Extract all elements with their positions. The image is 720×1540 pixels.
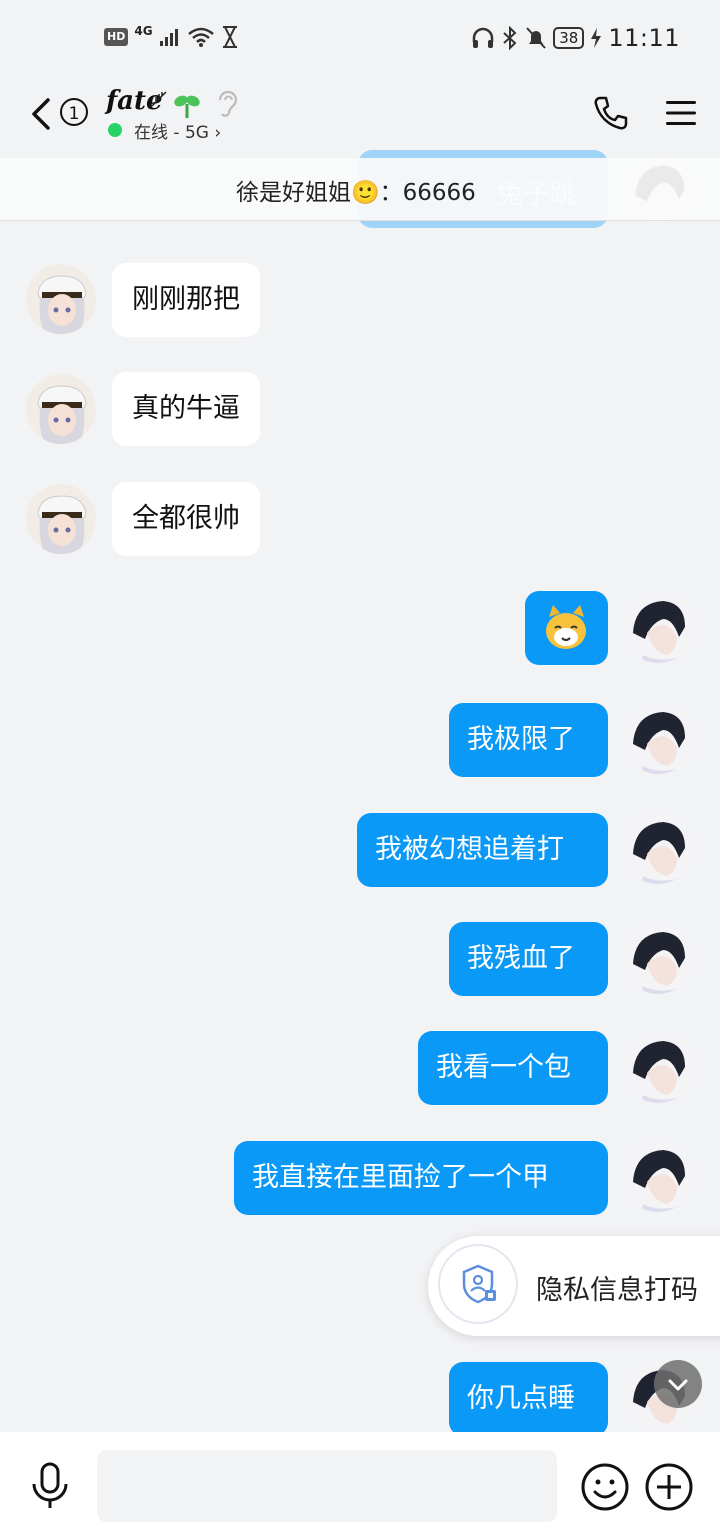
girl-avatar-icon xyxy=(26,264,96,334)
feather-icon xyxy=(151,91,167,107)
message-input[interactable] xyxy=(97,1450,557,1522)
chevron-right-icon: › xyxy=(214,123,222,143)
privacy-mask-toast[interactable]: 隐私信息打码 xyxy=(428,1236,720,1336)
status-right: 38 11:11 xyxy=(471,24,680,52)
pinned-content: 66666 xyxy=(402,180,476,206)
status-bar: HD 4G 38 11:11 xyxy=(0,0,720,80)
outgoing-sticker-bubble[interactable] xyxy=(525,591,608,665)
headphones-icon xyxy=(472,27,494,48)
my-avatar[interactable] xyxy=(623,1142,693,1212)
outgoing-message-bubble[interactable]: 我被幻想追着打 xyxy=(357,813,608,887)
privacy-shield-icon xyxy=(462,1264,496,1304)
hourglass-icon xyxy=(222,26,237,48)
cat-sticker-icon xyxy=(546,605,586,649)
back-arrow-icon[interactable] xyxy=(26,96,56,132)
menu-icon[interactable] xyxy=(664,98,698,128)
online-status-text: 在线 - 5G xyxy=(134,123,209,143)
online-status-dot xyxy=(108,123,122,137)
my-avatar[interactable] xyxy=(623,1033,693,1103)
girl-avatar-icon xyxy=(26,374,96,444)
input-bar xyxy=(0,1432,720,1540)
pinned-message-banner[interactable]: 徐是好姐姐🙂：66666 xyxy=(0,158,720,221)
network-type: 4G xyxy=(134,24,153,38)
chat-header: 1 fate 在线 - 5G › xyxy=(0,80,720,158)
contact-avatar[interactable] xyxy=(26,264,96,334)
girl-avatar-icon xyxy=(26,484,96,554)
incoming-message-bubble[interactable]: 真的牛逼 xyxy=(112,372,260,446)
boy-avatar-icon xyxy=(623,593,693,663)
pinned-separator: ： xyxy=(379,180,403,206)
emoji-icon[interactable] xyxy=(580,1462,630,1512)
boy-avatar-icon xyxy=(623,704,693,774)
plus-icon[interactable] xyxy=(644,1462,694,1512)
contact-avatar[interactable] xyxy=(26,374,96,444)
sprout-icon[interactable] xyxy=(172,90,202,120)
clock: 11:11 xyxy=(608,24,680,52)
hd-badge: HD xyxy=(104,28,129,46)
wifi-icon xyxy=(187,27,214,47)
pinned-message-text: 徐是好姐姐🙂：66666 xyxy=(236,173,476,207)
status-left: HD 4G xyxy=(104,24,239,48)
my-avatar[interactable] xyxy=(623,704,693,774)
my-avatar[interactable] xyxy=(623,593,693,663)
ear-icon[interactable] xyxy=(214,88,240,118)
outgoing-message-bubble[interactable]: 我看一个包 xyxy=(418,1031,608,1105)
microphone-icon[interactable] xyxy=(30,1462,70,1512)
incoming-message-bubble[interactable]: 全都很帅 xyxy=(112,482,260,556)
scroll-to-bottom-button[interactable] xyxy=(654,1360,702,1408)
phone-call-icon[interactable] xyxy=(592,94,630,132)
my-avatar[interactable] xyxy=(623,924,693,994)
bluetooth-icon xyxy=(503,26,517,50)
privacy-mask-label: 隐私信息打码 xyxy=(536,1275,698,1306)
pinned-sender: 徐是好姐姐 xyxy=(236,180,351,206)
chevron-down-icon xyxy=(668,1379,688,1391)
boy-avatar-icon xyxy=(623,814,693,884)
charging-icon xyxy=(591,28,602,48)
battery-indicator: 38 xyxy=(553,27,585,49)
outgoing-message-bubble[interactable]: 我直接在里面捡了一个甲 xyxy=(234,1141,608,1215)
privacy-icon-wrap xyxy=(438,1244,518,1324)
mute-bell-icon xyxy=(526,27,546,49)
scrolled-message-text: 兔子跳 xyxy=(496,179,577,210)
incoming-message-bubble[interactable]: 刚刚那把 xyxy=(112,263,260,337)
smile-emoji-icon: 🙂 xyxy=(351,180,380,206)
unread-count-badge[interactable]: 1 xyxy=(60,98,88,126)
online-status[interactable]: 在线 - 5G › xyxy=(134,118,221,143)
boy-avatar-icon xyxy=(623,924,693,994)
my-avatar[interactable] xyxy=(623,814,693,884)
outgoing-message-bubble[interactable]: 我残血了 xyxy=(449,922,608,996)
boy-avatar-icon xyxy=(623,1142,693,1212)
boy-avatar-icon xyxy=(623,1033,693,1103)
outgoing-message-bubble[interactable]: 我极限了 xyxy=(449,703,608,777)
contact-avatar[interactable] xyxy=(26,484,96,554)
outgoing-message-bubble[interactable]: 你几点睡 xyxy=(449,1362,608,1436)
signal-icon xyxy=(159,29,178,46)
